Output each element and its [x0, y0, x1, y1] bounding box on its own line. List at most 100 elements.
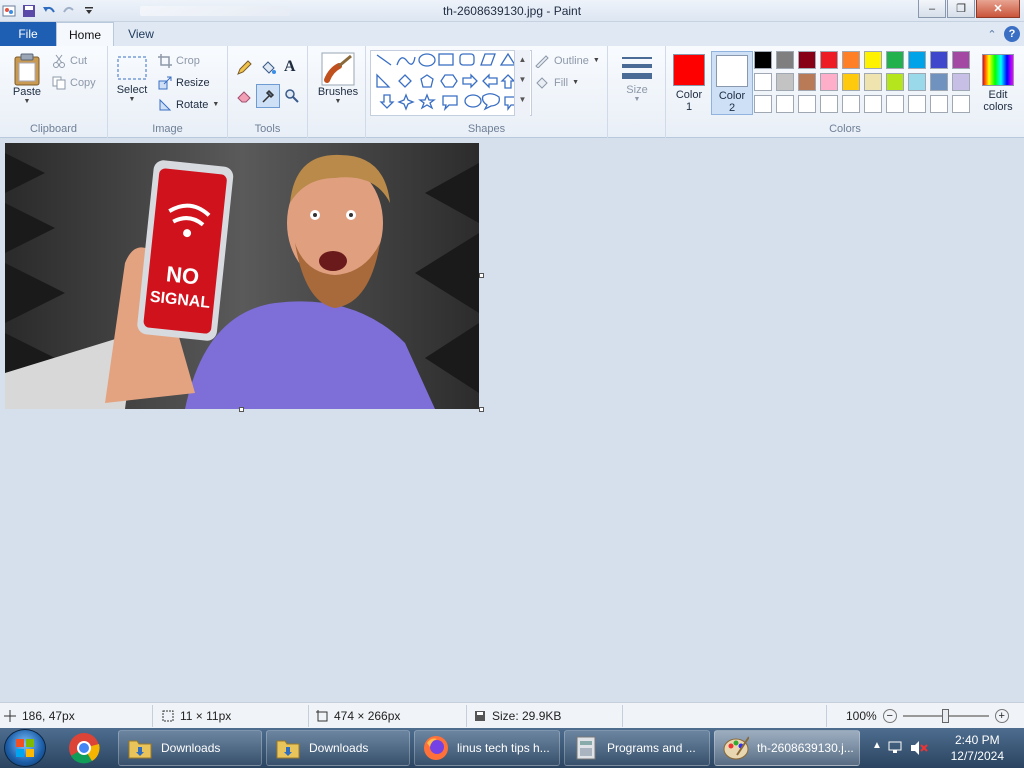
palette-swatch[interactable] — [886, 51, 904, 69]
palette-swatch[interactable] — [776, 95, 794, 113]
network-icon[interactable] — [888, 740, 904, 756]
taskbar-item-programs[interactable]: Programs and ... — [564, 730, 710, 766]
copy-icon — [52, 76, 66, 90]
tab-view[interactable]: View — [118, 22, 164, 46]
magnifier-icon — [285, 89, 299, 103]
tray-expand-icon[interactable]: ▲ — [872, 740, 882, 751]
shapes-gallery-icons — [376, 52, 518, 112]
resize-button[interactable]: Resize — [158, 76, 210, 90]
maximize-button[interactable]: ❐ — [947, 0, 975, 18]
shapes-gallery[interactable] — [370, 50, 532, 116]
copy-button[interactable]: Copy — [52, 76, 96, 90]
palette-swatch[interactable] — [798, 73, 816, 91]
color2-label: Color — [718, 90, 746, 102]
tray-clock[interactable]: 2:40 PM 12/7/2024 — [951, 732, 1004, 764]
palette-swatch[interactable] — [820, 95, 838, 113]
palette-swatch[interactable] — [864, 73, 882, 91]
minimize-ribbon-icon[interactable]: ⌃ — [984, 26, 1000, 42]
close-button[interactable]: ✕ — [976, 0, 1020, 18]
tab-file[interactable]: File — [0, 22, 56, 46]
rotate-icon — [159, 98, 172, 111]
image-group: Select ▼ Crop Resize Rotate ▼ Image — [108, 46, 228, 138]
clock-time: 2:40 PM — [954, 733, 1000, 747]
palette-swatch[interactable] — [754, 73, 772, 91]
ribbon: Paste ▼ Cut Copy Clipboard Select ▼ Crop… — [0, 46, 1024, 138]
outline-button[interactable]: Outline ▼ — [534, 54, 600, 68]
palette-swatch[interactable] — [776, 51, 794, 69]
palette-swatch[interactable] — [754, 95, 772, 113]
control-panel-icon — [573, 735, 599, 761]
size-button[interactable]: Size ▼ — [618, 52, 656, 104]
shapes-group-label: Shapes — [467, 123, 506, 135]
palette-swatch[interactable] — [754, 51, 772, 69]
palette-swatch[interactable] — [952, 73, 970, 91]
palette-swatch[interactable] — [798, 51, 816, 69]
eraser-tool[interactable] — [236, 88, 252, 104]
fill-tool[interactable] — [260, 60, 276, 76]
resize-handle-corner[interactable] — [479, 407, 484, 412]
palette-swatch[interactable] — [908, 73, 926, 91]
pencil-tool[interactable] — [236, 60, 252, 76]
palette-swatch[interactable] — [842, 95, 860, 113]
palette-swatch[interactable] — [930, 51, 948, 69]
palette-swatch[interactable] — [798, 95, 816, 113]
palette-swatch[interactable] — [842, 73, 860, 91]
palette-swatch[interactable] — [820, 51, 838, 69]
volume-muted-icon[interactable] — [910, 740, 928, 756]
cut-button[interactable]: Cut — [52, 54, 87, 68]
help-icon[interactable]: ? — [1004, 26, 1020, 42]
palette-swatch[interactable] — [820, 73, 838, 91]
file-size-text: Size: 29.9KB — [492, 709, 562, 723]
palette-swatch[interactable] — [864, 95, 882, 113]
resize-handle-bottom[interactable] — [239, 407, 244, 412]
brushes-label: Brushes — [317, 86, 359, 98]
color2-button[interactable]: Color 2 — [711, 51, 753, 115]
palette-swatch[interactable] — [952, 95, 970, 113]
window-title: th-2608639130.jpg - Paint — [442, 4, 582, 18]
brushes-button[interactable]: Brushes ▼ — [316, 52, 360, 106]
chrome-taskbar-button[interactable] — [60, 730, 108, 766]
taskbar-item-downloads-2[interactable]: Downloads — [266, 730, 410, 766]
start-button[interactable] — [4, 729, 46, 767]
palette-swatch[interactable] — [864, 51, 882, 69]
zoom-in-button[interactable]: + — [994, 709, 1009, 723]
canvas-area[interactable]: NO SIGNAL — [0, 139, 1024, 702]
select-button[interactable]: Select ▼ — [114, 54, 150, 104]
crop-button[interactable]: Crop — [158, 54, 200, 68]
tab-home[interactable]: Home — [56, 22, 114, 46]
magnifier-tool[interactable] — [284, 88, 300, 104]
taskbar-item-paint[interactable]: th-2608639130.j... — [714, 730, 860, 766]
shapes-gallery-scroll[interactable]: ▲ ▼ ▼ — [514, 50, 530, 116]
color-picker-tool[interactable] — [256, 84, 280, 108]
palette-swatch[interactable] — [952, 51, 970, 69]
color1-button[interactable]: Color 1 — [670, 51, 708, 115]
text-tool-icon[interactable]: A — [284, 58, 296, 76]
size-group: Size ▼ — [608, 46, 666, 138]
palette-swatch[interactable] — [930, 95, 948, 113]
palette-swatch[interactable] — [886, 95, 904, 113]
fill-button[interactable]: Fill ▼ — [534, 76, 579, 90]
windows-logo-icon — [16, 739, 34, 757]
system-tray: ▲ 2:40 PM 12/7/2024 — [864, 728, 1024, 768]
palette-swatch[interactable] — [908, 95, 926, 113]
outline-label: Outline — [554, 55, 589, 67]
taskbar-item-firefox[interactable]: linus tech tips h... — [414, 730, 560, 766]
taskbar-item-downloads-1[interactable]: Downloads — [118, 730, 262, 766]
palette-swatch[interactable] — [776, 73, 794, 91]
paste-button[interactable]: Paste ▼ — [8, 52, 46, 106]
crop-icon — [158, 54, 172, 68]
palette-swatch[interactable] — [930, 73, 948, 91]
image-group-label: Image — [152, 123, 183, 135]
edit-colors-button[interactable]: Edit colors — [976, 51, 1020, 115]
canvas-image[interactable]: NO SIGNAL — [5, 143, 479, 409]
rotate-button[interactable]: Rotate ▼ — [158, 98, 219, 112]
palette-swatch[interactable] — [886, 73, 904, 91]
minimize-button[interactable]: – — [918, 0, 946, 18]
resize-handle-right[interactable] — [479, 273, 484, 278]
zoom-slider-thumb[interactable] — [941, 709, 949, 723]
palette-swatch[interactable] — [842, 51, 860, 69]
palette-swatch[interactable] — [908, 51, 926, 69]
zoom-slider[interactable] — [902, 709, 989, 723]
color1-number: 1 — [685, 101, 693, 113]
zoom-out-button[interactable]: − — [882, 709, 897, 723]
